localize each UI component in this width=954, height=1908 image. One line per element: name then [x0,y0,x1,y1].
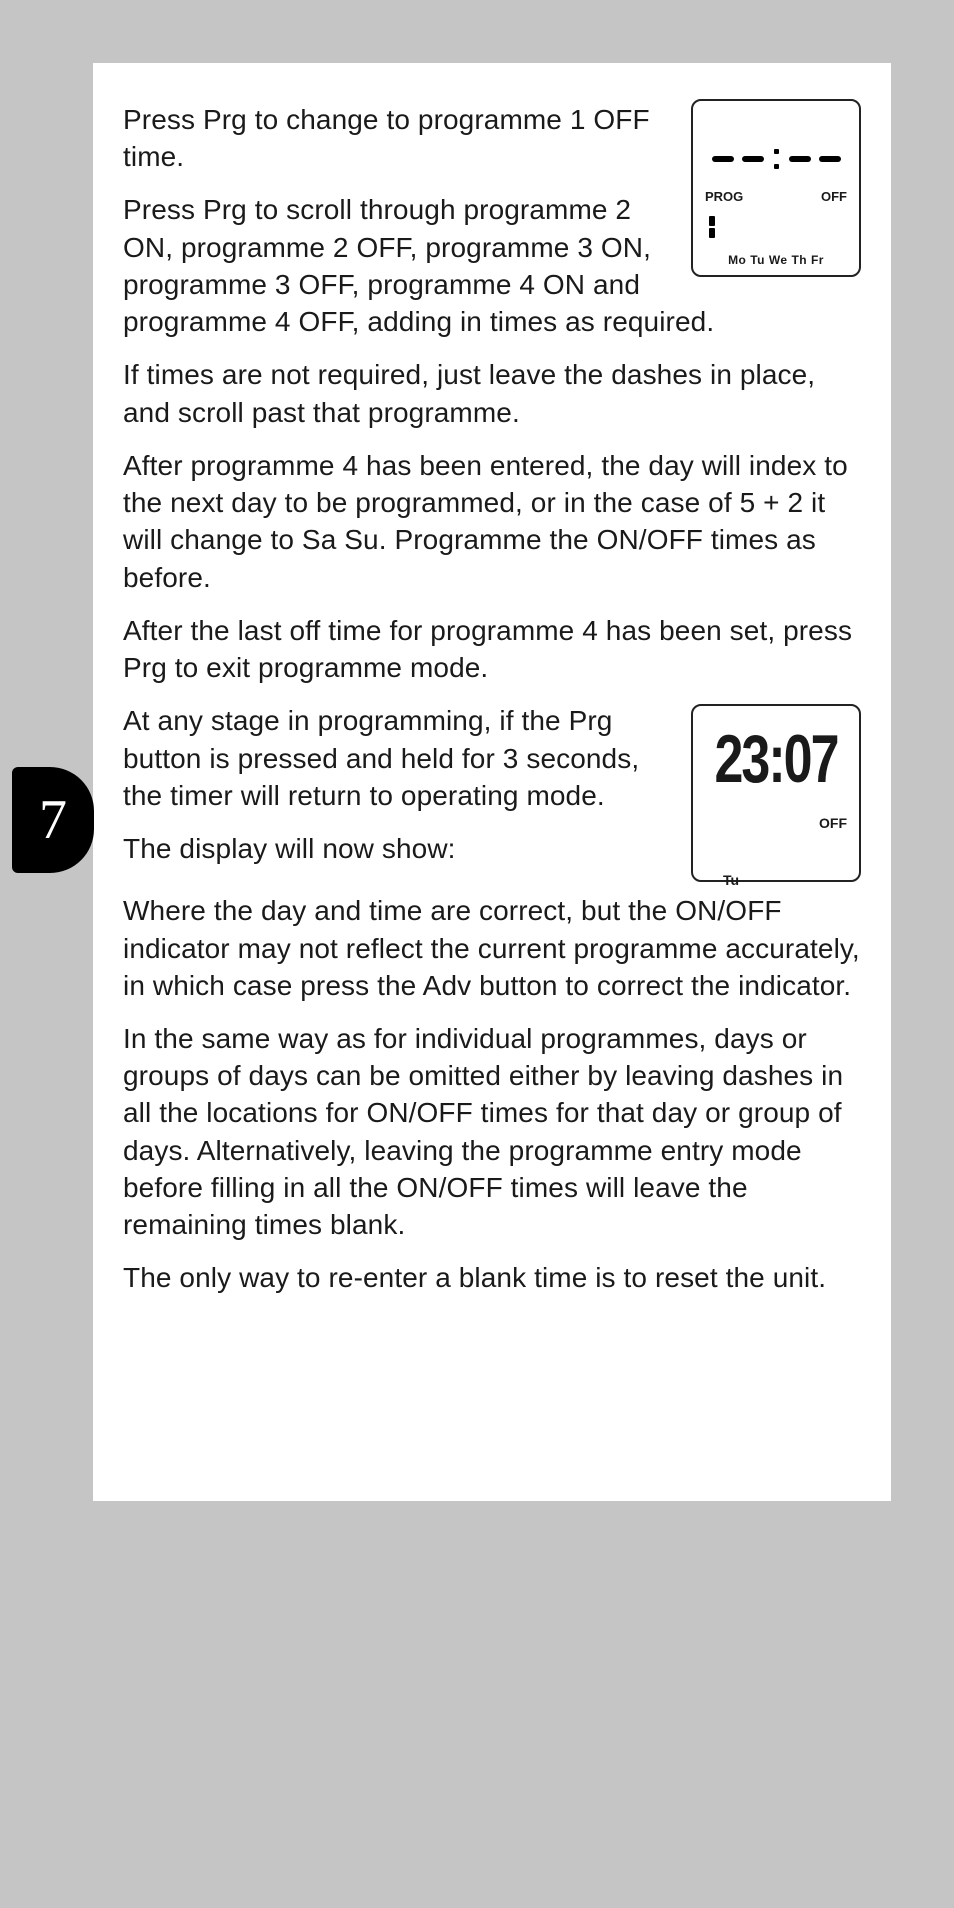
page-number: 7 [39,788,67,852]
lcd-days: Mo Tu We Th Fr [701,253,851,269]
colon-icon [774,149,779,169]
paragraph: In the same way as for individual progra… [123,1020,861,1243]
lcd-labels-row: PROG OFF [701,188,851,205]
prog-indicator-icon [701,216,851,238]
manual-page: PROG OFF Mo Tu We Th Fr Press Prg to cha… [93,63,891,1501]
paragraph: After programme 4 has been entered, the … [123,447,861,596]
dash-icon [819,156,841,162]
body-text: PROG OFF Mo Tu We Th Fr Press Prg to cha… [123,101,861,1297]
page-number-tab: 7 [12,767,94,873]
dash-icon [789,156,811,162]
lcd-time-value: 23:07 [699,726,853,794]
dash-icon [742,156,764,162]
lcd-time-dashes [701,149,851,169]
paragraph: After the last off time for programme 4 … [123,612,861,686]
dash-icon [712,156,734,162]
lcd-day-value: Tu [699,871,853,890]
prog-label: PROG [705,188,743,205]
paragraph: Where the day and time are correct, but … [123,892,861,1004]
lcd-display-time: 23:07 OFF Tu [691,704,861,882]
paragraph: The only way to re-enter a blank time is… [123,1259,861,1296]
lcd-display-dashes: PROG OFF Mo Tu We Th Fr [691,99,861,277]
lcd-off-label: OFF [699,814,853,833]
paragraph: If times are not required, just leave th… [123,356,861,430]
off-label: OFF [821,188,847,205]
